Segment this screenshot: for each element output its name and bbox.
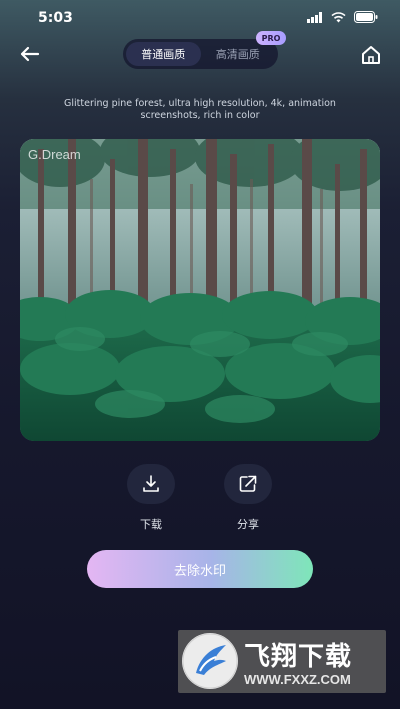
tab-normal-quality[interactable]: 普通画质 xyxy=(126,42,201,66)
site-watermark-banner: 飞翔下载 WWW.FXXZ.COM xyxy=(178,630,386,693)
download-button[interactable] xyxy=(127,464,175,504)
battery-icon xyxy=(354,11,378,23)
pine-forest-image xyxy=(20,139,380,441)
site-url: WWW.FXXZ.COM xyxy=(244,672,351,687)
share-icon xyxy=(239,475,257,492)
status-icons xyxy=(307,11,378,23)
share-button[interactable] xyxy=(224,464,272,504)
generated-image: G.Dream xyxy=(20,139,380,441)
home-icon xyxy=(362,46,380,64)
arrow-left-icon xyxy=(20,46,40,62)
tab-hd-quality[interactable]: 高清画质 xyxy=(201,42,276,66)
download-icon xyxy=(143,475,159,492)
bird-logo-icon xyxy=(182,633,238,689)
site-title: 飞翔下载 xyxy=(244,641,353,671)
wifi-icon xyxy=(331,11,346,22)
watermark-label: G.Dream xyxy=(28,147,81,162)
download-label: 下载 xyxy=(140,518,162,531)
share-label: 分享 xyxy=(237,518,259,531)
site-logo xyxy=(182,633,238,689)
pro-badge: PRO xyxy=(256,31,286,45)
status-time: 5:03 xyxy=(38,10,73,26)
quality-toggle: 普通画质 高清画质 xyxy=(123,39,278,69)
prompt-text: Glittering pine forest, ultra high resol… xyxy=(64,98,336,121)
share-action[interactable]: 分享 xyxy=(224,464,272,532)
status-bar: 5:03 xyxy=(0,0,400,36)
back-button[interactable] xyxy=(16,40,44,68)
home-button[interactable] xyxy=(358,42,384,68)
signal-icon xyxy=(307,11,322,23)
remove-watermark-button[interactable]: 去除水印 xyxy=(87,550,313,588)
download-action[interactable]: 下载 xyxy=(127,464,175,532)
